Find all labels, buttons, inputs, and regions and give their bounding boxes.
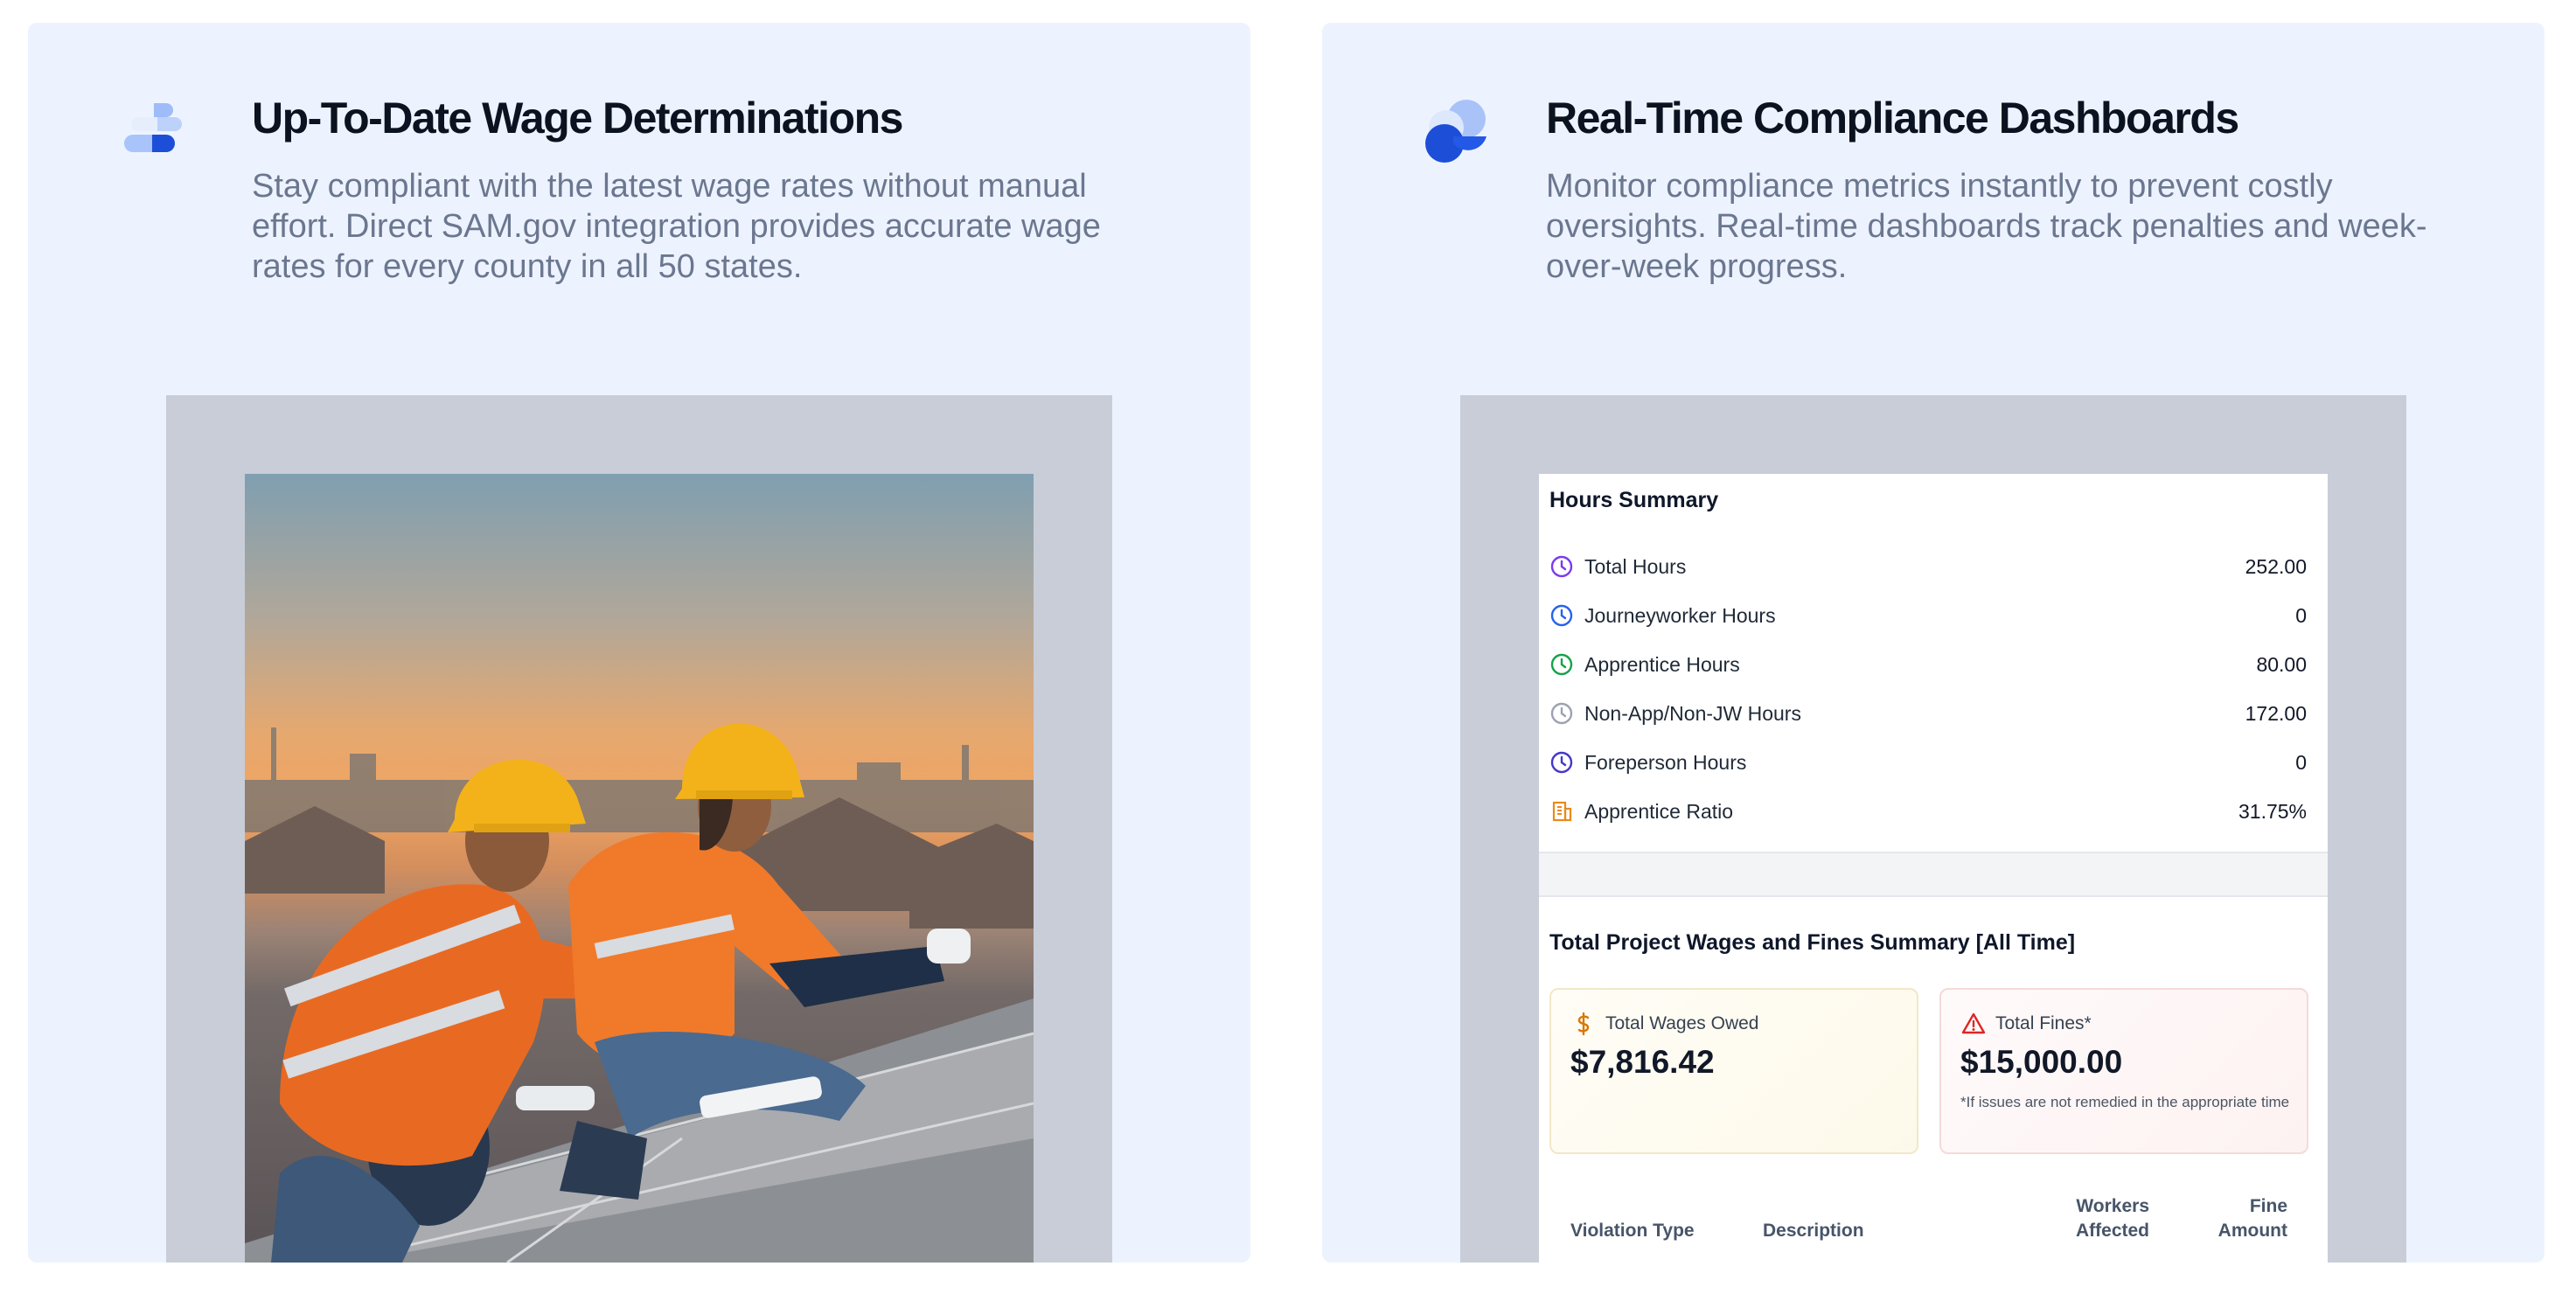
stat-footnote: *If issues are not remedied in the appro… — [1960, 1094, 2290, 1110]
hours-value: 172.00 — [2245, 702, 2307, 725]
hours-value: 80.00 — [2256, 653, 2307, 676]
feature-card-compliance-dashboards: Real-Time Compliance Dashboards Monitor … — [1322, 23, 2545, 1263]
feature-title: Real-Time Compliance Dashboards — [1546, 94, 2239, 143]
workers-on-solar-roof-photo — [245, 474, 1034, 1263]
table-header-fine-amount[interactable]: Fine Amount — [2218, 1194, 2287, 1243]
hours-value: 0 — [2295, 604, 2307, 627]
table-header-description[interactable]: Description — [1763, 1219, 1864, 1243]
stacked-blocks-logo-icon — [124, 103, 182, 152]
stat-label: Total Wages Owed — [1605, 1013, 1759, 1033]
stat-value: $7,816.42 — [1570, 1044, 1715, 1080]
stat-value: $15,000.00 — [1960, 1044, 2123, 1080]
feature-description: Stay compliant with the latest wage rate… — [252, 168, 1101, 285]
feature-title: Up-To-Date Wage Determinations — [252, 94, 903, 143]
hours-value: 0 — [2295, 751, 2307, 774]
building-icon — [1552, 801, 1572, 822]
clock-icon — [1550, 702, 1573, 725]
hours-label: Foreperson Hours — [1584, 751, 1747, 774]
warning-icon — [1961, 1012, 1986, 1034]
hours-value: 252.00 — [2245, 555, 2307, 578]
overlapping-circles-logo-icon — [1425, 100, 1486, 163]
feature-description: Monitor compliance metrics instantly to … — [1546, 168, 2427, 285]
clock-icon — [1550, 604, 1573, 627]
table-header-workers-affected[interactable]: Workers Affected — [2076, 1194, 2149, 1243]
feature-card-wage-determinations: Up-To-Date Wage Determinations Stay comp… — [28, 23, 1250, 1263]
table-header-violation-type[interactable]: Violation Type — [1570, 1219, 1695, 1243]
total-wages-owed-card: Total Wages Owed $7,816.42 — [1549, 988, 1918, 1154]
clock-icon — [1550, 555, 1573, 578]
compliance-dashboard-preview: Hours Summary Total Hours 252.00 Journey… — [1539, 474, 2328, 1263]
hours-label: Journeyworker Hours — [1584, 604, 1776, 627]
hours-value: 31.75% — [2238, 800, 2307, 823]
total-fines-card: Total Fines* $15,000.00 *If issues are n… — [1939, 988, 2308, 1154]
hours-row-journeyworker: Journeyworker Hours 0 — [1549, 598, 2307, 633]
hours-label: Apprentice Hours — [1584, 653, 1740, 676]
hours-row-foreperson: Foreperson Hours 0 — [1549, 745, 2307, 780]
hours-summary-title: Hours Summary — [1549, 488, 1719, 512]
section-divider — [1539, 852, 2328, 897]
hours-row-apprentice: Apprentice Hours 80.00 — [1549, 647, 2307, 682]
stat-label: Total Fines* — [1995, 1013, 2092, 1033]
wages-summary-title: Total Project Wages and Fines Summary [A… — [1549, 930, 2076, 955]
image-frame — [166, 395, 1112, 1263]
hours-row-non-app: Non-App/Non-JW Hours 172.00 — [1549, 696, 2307, 731]
hours-row-total: Total Hours 252.00 — [1549, 549, 2307, 584]
hours-row-apprentice-ratio: Apprentice Ratio 31.75% — [1549, 794, 2307, 829]
hours-label: Non-App/Non-JW Hours — [1584, 702, 1801, 725]
hours-label: Apprentice Ratio — [1584, 800, 1734, 823]
clock-icon — [1550, 653, 1573, 676]
dollar-icon — [1577, 1012, 1590, 1036]
image-frame: Hours Summary Total Hours 252.00 Journey… — [1460, 395, 2406, 1263]
hours-label: Total Hours — [1584, 555, 1687, 578]
clock-icon — [1550, 751, 1573, 774]
